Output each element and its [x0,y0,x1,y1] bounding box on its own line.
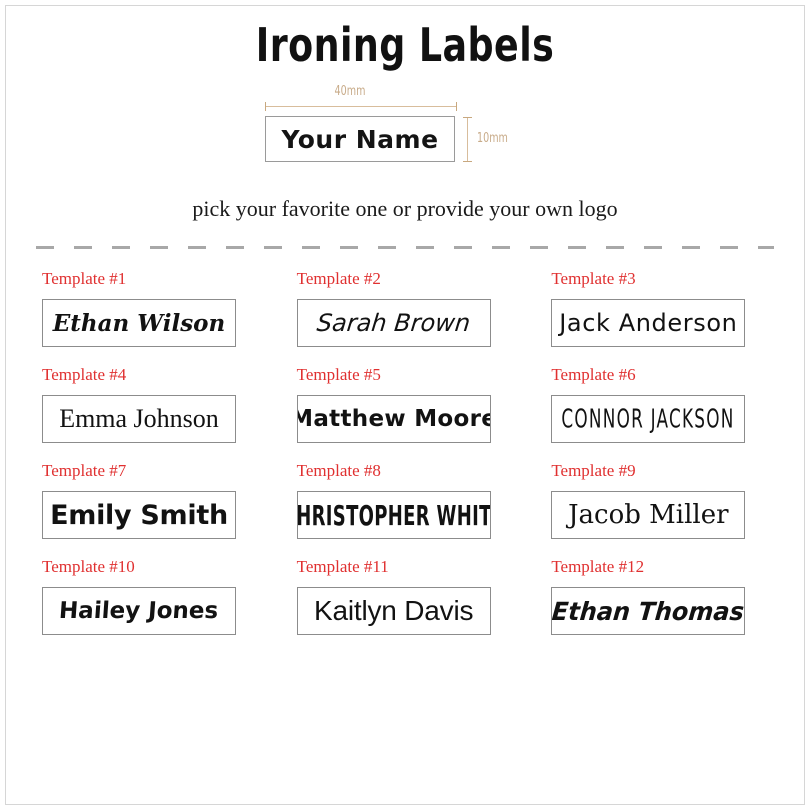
template-cell-12: Template #12 Ethan Thomas [543,557,776,635]
section-divider [36,246,774,249]
width-dimension-label: 40mm [334,84,366,99]
template-label-2: Template #2 [296,269,381,288]
template-box-9[interactable]: Jacob Miller [551,491,746,539]
template-name-6: CONNOR JACKSON [561,403,735,435]
template-label-4: Template #4 [42,365,127,384]
width-dimension-arrow [265,102,457,111]
template-name-11: Kaitlyn Davis [314,595,474,626]
template-label-9: Template #9 [551,461,636,480]
template-box-6[interactable]: CONNOR JACKSON [551,395,746,443]
template-label-12: Template #12 [551,557,645,576]
template-cell-5: Template #5 Matthew Moore [289,365,522,443]
page-title: Ironing Labels [255,18,555,72]
template-box-8[interactable]: CHRISTOPHER WHITE [296,491,491,539]
template-name-4: Emma Johnson [59,404,219,433]
template-box-2[interactable]: Sarah Brown [296,299,491,347]
height-dimension-arrow [463,117,472,162]
template-label-8: Template #8 [296,461,381,480]
template-cell-7: Template #7 Emily Smith [34,461,267,539]
template-label-7: Template #7 [42,461,127,480]
template-box-10[interactable]: Hailey Jones [42,587,236,635]
template-label-11: Template #11 [296,557,389,576]
template-name-8: CHRISTOPHER WHITE [296,498,491,532]
template-cell-9: Template #9 Jacob Miller [543,461,776,539]
template-box-7[interactable]: Emily Smith [42,491,236,539]
sample-label-preview: 40mm Your Name 10mm [255,84,555,174]
template-box-4[interactable]: Emma Johnson [42,395,236,443]
template-cell-8: Template #8 CHRISTOPHER WHITE [289,461,522,539]
template-cell-10: Template #10 Hailey Jones [34,557,267,635]
template-name-5: Matthew Moore [296,405,491,432]
template-cell-3: Template #3 Jack Anderson [543,269,776,347]
template-label-10: Template #10 [42,557,135,576]
template-cell-11: Template #11 Kaitlyn Davis [289,557,522,635]
template-name-1: Ethan Wilson [52,309,226,337]
template-grid: Template #1 Ethan Wilson Template #2 Sar… [0,269,810,635]
template-label-5: Template #5 [296,365,381,384]
page-subtitle: pick your favorite one or provide your o… [192,196,618,221]
height-dimension-label: 10mm [477,131,508,146]
template-name-9: Jacob Miller [568,500,729,530]
template-name-12: Ethan Thomas [551,596,746,626]
template-name-2: Sarah Brown [315,309,472,337]
template-box-3[interactable]: Jack Anderson [551,299,746,347]
template-label-1: Template #1 [42,269,127,288]
sample-label-text: Your Name [281,124,439,154]
template-name-10: Hailey Jones [58,597,220,624]
sample-label-box[interactable]: Your Name [265,116,455,162]
template-name-3: Jack Anderson [559,309,738,337]
template-box-12[interactable]: Ethan Thomas [551,587,746,635]
template-cell-2: Template #2 Sarah Brown [289,269,522,347]
template-label-3: Template #3 [551,269,636,288]
label-designer-page: Ironing Labels 40mm Your Name 10mm pick … [0,0,810,810]
template-box-11[interactable]: Kaitlyn Davis [296,587,491,635]
template-label-6: Template #6 [551,365,636,384]
template-box-5[interactable]: Matthew Moore [296,395,491,443]
template-box-1[interactable]: Ethan Wilson [42,299,236,347]
template-cell-6: Template #6 CONNOR JACKSON [543,365,776,443]
template-name-7: Emily Smith [50,499,228,531]
template-cell-4: Template #4 Emma Johnson [34,365,267,443]
template-cell-1: Template #1 Ethan Wilson [34,269,267,347]
